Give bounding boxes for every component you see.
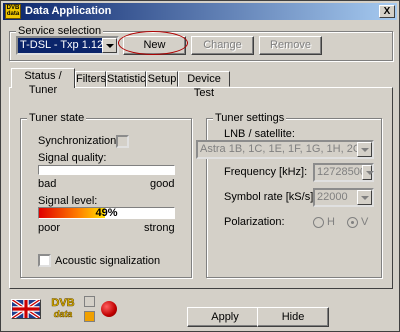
chevron-down-icon[interactable] bbox=[357, 190, 372, 205]
new-button[interactable]: New bbox=[123, 36, 186, 55]
tab-device-test[interactable]: Device Test bbox=[178, 71, 230, 99]
frequency-field[interactable]: 12728500 bbox=[313, 163, 374, 182]
status-indicator-orange bbox=[84, 311, 95, 322]
uk-flag-icon[interactable] bbox=[11, 299, 41, 319]
signal-level-value: 49% bbox=[95, 207, 118, 219]
synchronization-indicator bbox=[116, 135, 129, 148]
service-select[interactable]: T-DSL - Txp 1.120 bbox=[16, 36, 119, 55]
status-indicator-gray bbox=[84, 296, 95, 307]
dvb-data-logo-icon: DVB data bbox=[51, 297, 75, 320]
hide-button[interactable]: Hide bbox=[257, 307, 329, 327]
tab-filters[interactable]: Filters bbox=[75, 71, 106, 87]
main-window: DVB data Data Application X Service sele… bbox=[0, 0, 400, 332]
acoustic-signalization-label[interactable]: Acoustic signalization bbox=[55, 255, 160, 267]
spin-arrows-icon[interactable] bbox=[362, 165, 374, 180]
synchronization-label: Synchronization: bbox=[38, 135, 120, 147]
tuner-settings-label: Tuner settings bbox=[213, 112, 287, 124]
lnb-satellite-select[interactable]: Astra 1B, 1C, 1E, 1F, 1G, 1H, 2C bbox=[196, 140, 374, 159]
signal-quality-label: Signal quality: bbox=[38, 152, 107, 164]
polarization-h-radio[interactable] bbox=[313, 217, 324, 228]
polarization-v-label: V bbox=[361, 216, 369, 228]
window-title: Data Application bbox=[25, 5, 112, 17]
frequency-value: 12728500 bbox=[317, 166, 366, 178]
tab-statistics[interactable]: Statistics bbox=[106, 71, 151, 87]
polarization-h-label: H bbox=[327, 216, 335, 228]
dvb-app-icon: DVB data bbox=[5, 4, 21, 19]
polarization-v-radio[interactable] bbox=[347, 217, 358, 228]
title-bar[interactable]: DVB data Data Application X bbox=[3, 3, 397, 20]
remove-button[interactable]: Remove bbox=[259, 36, 322, 55]
symbol-rate-select[interactable]: 22000 bbox=[313, 188, 374, 207]
frequency-label: Frequency [kHz]: bbox=[224, 166, 308, 178]
level-low-label: poor bbox=[38, 222, 61, 234]
acoustic-signalization-checkbox[interactable] bbox=[38, 254, 51, 267]
tab-status-tuner[interactable]: Status / Tuner bbox=[11, 68, 75, 96]
quality-low-label: bad bbox=[38, 178, 57, 190]
tuner-state-label: Tuner state bbox=[27, 112, 87, 124]
close-button[interactable]: X bbox=[379, 5, 395, 18]
signal-level-label: Signal level: bbox=[38, 195, 98, 207]
logo-text-bottom: data bbox=[54, 309, 73, 319]
change-button[interactable]: Change bbox=[191, 36, 254, 55]
polarization-label: Polarization: bbox=[224, 216, 285, 228]
signal-quality-bar bbox=[38, 165, 175, 175]
uk-flag-svg bbox=[12, 300, 40, 318]
status-led-icon bbox=[101, 301, 117, 317]
level-high-label: strong bbox=[144, 222, 175, 234]
chevron-down-icon[interactable] bbox=[357, 142, 372, 157]
symbol-rate-label: Symbol rate [kS/s]: bbox=[224, 191, 317, 203]
apply-button[interactable]: Apply bbox=[187, 307, 263, 327]
lnb-satellite-label: LNB / satellite: bbox=[224, 128, 295, 140]
chevron-down-icon[interactable] bbox=[102, 38, 117, 53]
logo-text-top: DVB bbox=[51, 297, 74, 309]
symbol-rate-value: 22000 bbox=[317, 191, 348, 203]
lnb-satellite-value: Astra 1B, 1C, 1E, 1F, 1G, 1H, 2C bbox=[200, 143, 361, 155]
quality-high-label: good bbox=[150, 178, 175, 190]
tab-panel: Tuner state Synchronization: Signal qual… bbox=[9, 87, 393, 289]
signal-level-bar: 49% bbox=[38, 207, 175, 219]
tab-setup[interactable]: Setup bbox=[146, 71, 178, 87]
service-select-value: T-DSL - Txp 1.120 bbox=[20, 39, 110, 51]
